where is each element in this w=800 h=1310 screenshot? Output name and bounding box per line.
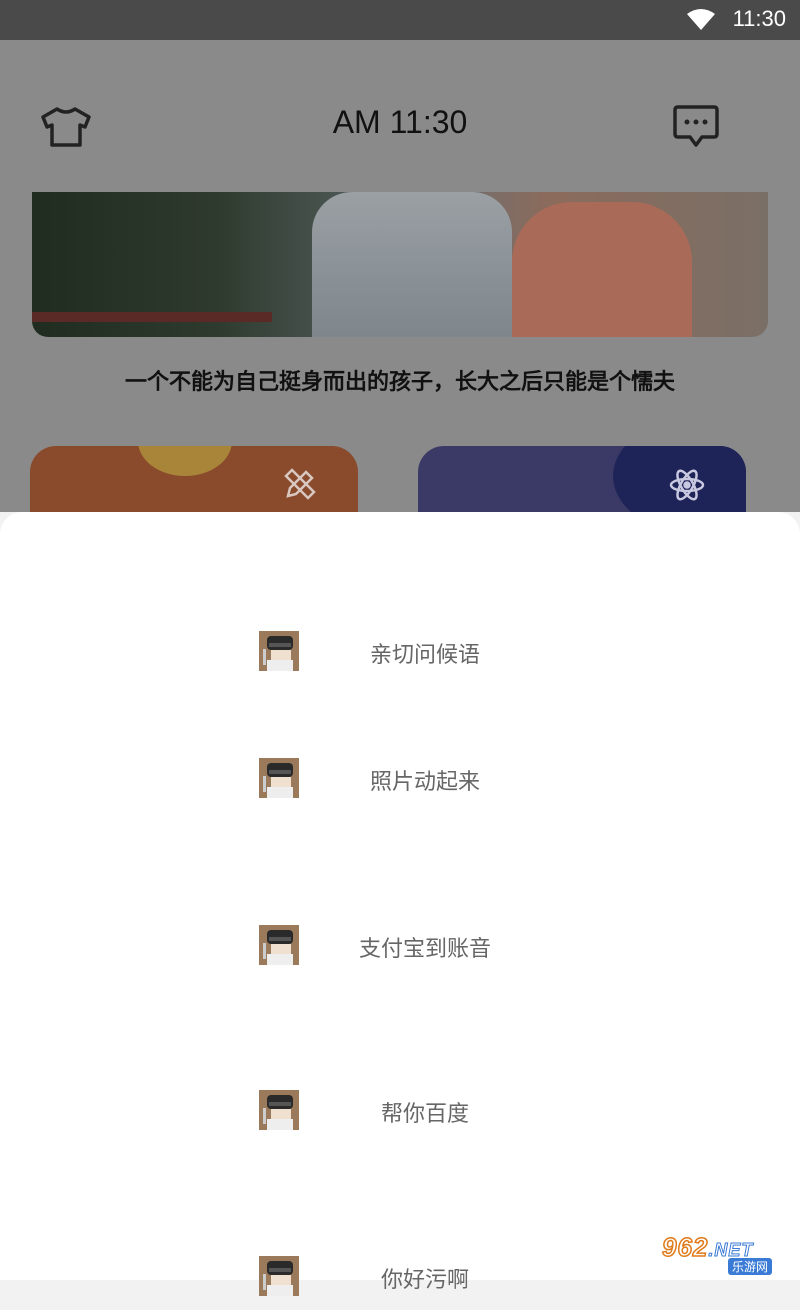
sheet-item-label: 支付宝到账音: [358, 937, 491, 962]
banner-photo[interactable]: [32, 192, 768, 337]
pencil-ruler-icon: [282, 466, 318, 506]
sheet-item-label: 亲切问候语: [369, 643, 480, 668]
sheet-item-label: 帮你百度: [380, 1102, 469, 1127]
status-time: 11:30: [732, 6, 786, 31]
watermark-logo: 962.NET 乐游网: [658, 1231, 794, 1276]
avatar-icon: [259, 758, 299, 798]
avatar-icon: [259, 1090, 299, 1130]
sheet-item-baidu[interactable]: 帮你百度: [0, 1080, 800, 1144]
atom-icon: [668, 466, 706, 508]
app-bar: AM 11:30: [0, 40, 800, 192]
bottom-sheet: 亲切问候语 照片动起来 支付宝到账音 帮你百度 你好污啊: [0, 512, 800, 1296]
wifi-icon: [686, 8, 716, 36]
sheet-item-label: 照片动起来: [369, 770, 480, 795]
message-icon[interactable]: [672, 104, 720, 154]
avatar-icon: [259, 1256, 299, 1296]
feature-card-edit[interactable]: [30, 446, 358, 512]
watermark-suffix: .NET: [708, 1240, 754, 1261]
status-bar: 11:30: [0, 0, 800, 40]
sheet-item-alipay-sound[interactable]: 支付宝到账音: [0, 915, 800, 979]
watermark-brand: 962: [661, 1231, 709, 1263]
watermark-sub: 乐游网: [728, 1258, 773, 1275]
sheet-item-animate-photo[interactable]: 照片动起来: [0, 748, 800, 812]
quote-text: 一个不能为自己挺身而出的孩子，长大之后只能是个懦夫: [124, 370, 675, 395]
avatar-icon: [259, 925, 299, 965]
sheet-item-label: 你好污啊: [380, 1268, 469, 1293]
main-content: 一个不能为自己挺身而出的孩子，长大之后只能是个懦夫: [0, 192, 800, 512]
feature-card-atom[interactable]: [418, 446, 746, 512]
sheet-item-greeting[interactable]: 亲切问候语: [0, 621, 800, 685]
avatar-icon: [259, 631, 299, 671]
